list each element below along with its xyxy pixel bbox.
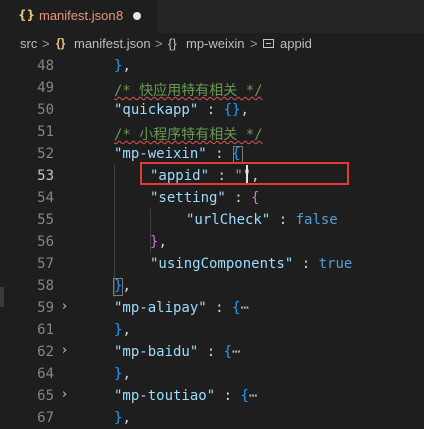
code-line: 64 }, — [0, 363, 424, 385]
code-line: 67 }, — [0, 407, 424, 429]
code-line: 56 }, — [0, 231, 424, 253]
line-number: 54 — [37, 190, 54, 206]
object-braces-icon: {} — [168, 36, 177, 51]
breadcrumb-item-appid[interactable]: appid — [280, 36, 312, 51]
line-number: 59 — [37, 300, 54, 316]
code-text: }, — [114, 322, 131, 338]
code-line: 48 }, — [0, 55, 424, 77]
line-number: 57 — [37, 256, 54, 272]
breadcrumb: src > {} manifest.json > {} mp-weixin > … — [0, 33, 424, 55]
line-number: 52 — [37, 146, 54, 162]
code-line: 58 }, — [0, 275, 424, 297]
line-number: 53 — [37, 168, 54, 184]
bracket-match-highlight — [113, 278, 123, 296]
code-line: 51 /* 小程序特有相关 */ — [0, 121, 424, 143]
code-line: 57 "usingComponents" : true — [0, 253, 424, 275]
code-line: 49 /* 快应用特有相关 */ — [0, 77, 424, 99]
code-line: 62 › "mp-baidu" : {⋯ — [0, 341, 424, 363]
code-text: "usingComponents" : true — [150, 256, 353, 272]
breadcrumb-item-manifest[interactable]: manifest.json — [74, 36, 151, 51]
code-line: 61 }, — [0, 319, 424, 341]
code-line: 65 › "mp-toutiao" : {⋯ — [0, 385, 424, 407]
code-editor[interactable]: 48 }, 49 /* 快应用特有相关 */ 50 "quickapp" : {… — [0, 55, 424, 429]
code-text: "mp-toutiao" : {⋯ — [114, 388, 258, 404]
braces-icon: {} — [56, 36, 66, 50]
line-number: 65 — [37, 388, 54, 404]
breadcrumb-separator: > — [155, 36, 163, 51]
code-line: 54 "setting" : { — [0, 187, 424, 209]
code-text: }, — [114, 410, 131, 426]
tab-manifest-json[interactable]: {} manifest.json 8 — [0, 0, 158, 33]
code-text: "quickapp" : {}, — [114, 102, 249, 118]
chevron-right-icon[interactable]: › — [62, 387, 67, 402]
problem-count-badge: 8 — [116, 8, 124, 23]
breadcrumb-separator: > — [250, 36, 258, 51]
comment-text: /* 快应用特有相关 */ — [114, 83, 263, 99]
json-file-icon: {} — [18, 8, 36, 22]
code-text: "mp-weixin" : { — [114, 146, 241, 162]
tab-bar: {} manifest.json 8 — [0, 0, 424, 33]
line-number: 48 — [37, 58, 54, 74]
line-number: 56 — [37, 234, 54, 250]
line-number: 61 — [37, 322, 54, 338]
line-number: 49 — [37, 80, 54, 96]
code-line: 50 "quickapp" : {}, — [0, 99, 424, 121]
code-text: }, — [114, 366, 131, 382]
tab-filename: manifest.json — [39, 8, 116, 23]
breadcrumb-item-mp-weixin[interactable]: mp-weixin — [186, 36, 245, 51]
code-line: 59 › "mp-alipay" : {⋯ — [0, 297, 424, 319]
chevron-right-icon[interactable]: › — [62, 343, 67, 358]
code-text: }, — [114, 58, 131, 74]
red-highlight-box — [140, 162, 349, 185]
text-cursor — [246, 165, 248, 183]
code-line: 55 "urlCheck" : false — [0, 209, 424, 231]
comment-text: /* 小程序特有相关 */ — [114, 127, 263, 143]
line-number: 64 — [37, 366, 54, 382]
breadcrumb-separator: > — [42, 36, 50, 51]
line-number: 50 — [37, 102, 54, 118]
line-number: 67 — [37, 410, 54, 426]
code-text: "mp-baidu" : {⋯ — [114, 344, 241, 360]
line-number: 62 — [37, 344, 54, 360]
line-number: 58 — [37, 278, 54, 294]
chevron-right-icon[interactable]: › — [62, 299, 67, 314]
line-number: 51 — [37, 124, 54, 140]
unsaved-dot-icon[interactable] — [133, 12, 141, 20]
code-text: "urlCheck" : false — [186, 212, 338, 228]
line-number: 55 — [37, 212, 54, 228]
code-text: "mp-alipay" : {⋯ — [114, 300, 249, 316]
breadcrumb-item-src[interactable]: src — [20, 36, 37, 51]
code-text: "setting" : { — [150, 190, 260, 206]
code-text: }, — [150, 234, 167, 250]
